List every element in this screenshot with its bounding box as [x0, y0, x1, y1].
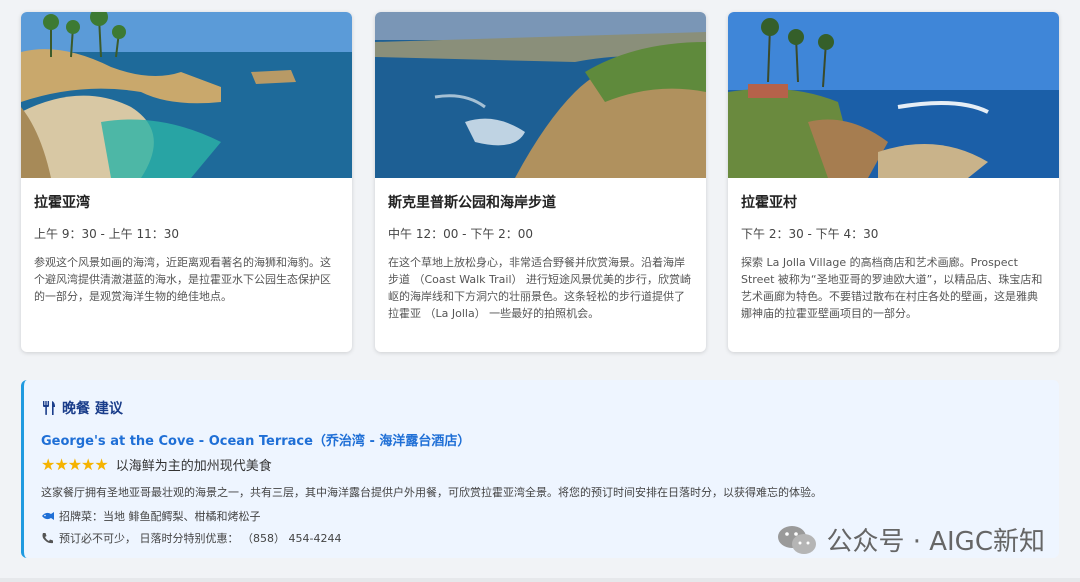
attraction-card[interactable]: 拉霍亚村 下午 2：30 - 下午 4：30 探索 La Jolla Villa… — [728, 12, 1059, 352]
card-time: 上午 9：30 - 上午 11：30 — [34, 227, 180, 241]
rating-row: ★★★★★ 以海鲜为主的加州现代美食 — [41, 455, 1042, 474]
wechat-icon — [778, 525, 817, 554]
utensils-icon — [43, 401, 55, 415]
village-photo — [728, 12, 1059, 178]
watermark-text: 公众号 · AIGC新知 — [826, 527, 1045, 557]
signature-dish: 招牌菜：当地 鲱鱼配鳄梨、柑橘和烤松子 — [59, 510, 261, 523]
phone-icon — [42, 533, 53, 544]
card-title: 斯克里普斯公园和海岸步道 — [388, 195, 556, 211]
attraction-card[interactable]: 斯克里普斯公园和海岸步道 中午 12：00 - 下午 2：00 在这个草地上放松… — [375, 12, 706, 352]
cuisine-type: 以海鲜为主的加州现代美食 — [115, 459, 272, 474]
attraction-card[interactable]: 拉霍亚湾 上午 9：30 - 上午 11：30 参观这个风景如画的海湾，近距离观… — [21, 12, 352, 352]
coast-walk-photo — [375, 12, 706, 178]
card-title: 拉霍亚村 — [741, 195, 797, 211]
restaurant-description: 这家餐厅拥有圣地亚哥最壮观的海景之一，共有三层，其中海洋露台提供户外用餐，可欣赏… — [41, 486, 822, 499]
dinner-header: 晚餐 建议 — [41, 398, 1042, 418]
dinner-title: 晚餐 建议 — [62, 401, 123, 417]
card-description: 参观这个风景如画的海湾，近距离观看著名的海狮和海豹。这个避风湾提供清澈湛蓝的海水… — [34, 256, 331, 303]
reservation-info: 预订必不可少， 日落时分特别优惠： （858） 454-4244 — [59, 532, 342, 545]
card-time: 下午 2：30 - 下午 4：30 — [741, 227, 879, 241]
card-description: 在这个草地上放松身心，非常适合野餐并欣赏海景。沿着海岸步道 （Coast Wal… — [388, 256, 691, 320]
cove-photo — [21, 12, 352, 178]
card-description: 探索 La Jolla Village 的高档商店和艺术画廊。Prospect … — [741, 256, 1043, 320]
bottom-divider — [0, 578, 1080, 582]
attraction-cards: 拉霍亚湾 上午 9：30 - 上午 11：30 参观这个风景如画的海湾，近距离观… — [0, 0, 1080, 360]
fish-icon — [42, 512, 54, 520]
restaurant-name-link[interactable]: George's at the Cove - Ocean Terrace（乔治湾… — [41, 430, 1042, 449]
card-time: 中午 12：00 - 下午 2：00 — [388, 227, 534, 241]
star-rating: ★★★★★ — [41, 455, 109, 474]
card-title: 拉霍亚湾 — [34, 195, 90, 211]
watermark: 公众号 · AIGC新知 — [776, 521, 1045, 558]
